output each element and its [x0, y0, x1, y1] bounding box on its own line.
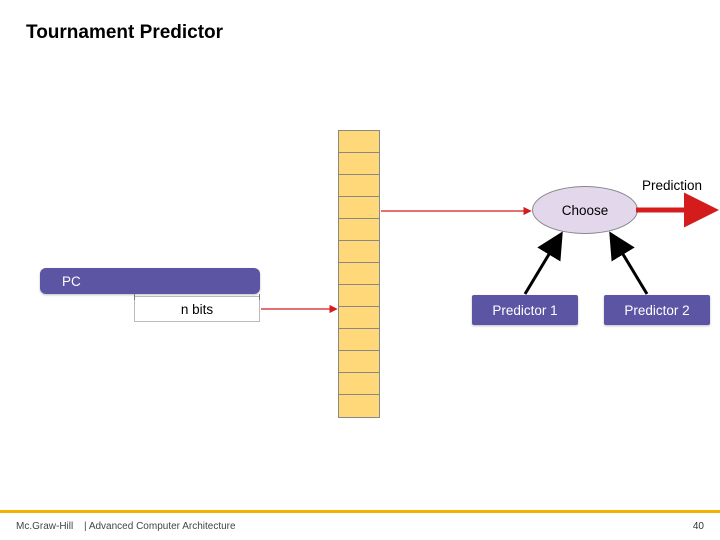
table-row: [339, 285, 379, 307]
diagram-canvas: Choose Prediction PC n bits Predictor 1 …: [0, 0, 720, 540]
choose-label: Choose: [562, 203, 609, 218]
table-row: [339, 329, 379, 351]
pc-label: PC: [62, 274, 81, 289]
nbits-box: n bits: [134, 296, 260, 322]
table-row: [339, 307, 379, 329]
table-row: [339, 395, 379, 417]
table-row: [339, 373, 379, 395]
pc-box: PC: [40, 268, 260, 294]
table-row: [339, 153, 379, 175]
choose-oval: Choose: [532, 186, 638, 234]
predictor-1-box: Predictor 1: [472, 295, 578, 325]
nbits-label: n bits: [181, 302, 213, 317]
footer: Mc.Graw-Hill | Advanced Computer Archite…: [0, 510, 720, 540]
predictor-2-box: Predictor 2: [604, 295, 710, 325]
table-row: [339, 241, 379, 263]
table-row: [339, 131, 379, 153]
arrow-p1-to-choose: [525, 236, 560, 294]
footer-page: 40: [693, 521, 704, 532]
arrow-p2-to-choose: [612, 236, 647, 294]
nbits-tick-right: [259, 294, 260, 300]
table-row: [339, 351, 379, 373]
predictor-table: [338, 130, 380, 418]
predictor-1-label: Predictor 1: [492, 303, 557, 318]
table-row: [339, 263, 379, 285]
table-row: [339, 197, 379, 219]
predictor-2-label: Predictor 2: [624, 303, 689, 318]
table-row: [339, 219, 379, 241]
nbits-tick-left: [134, 294, 135, 300]
footer-brand: Mc.Graw-Hill: [16, 521, 73, 532]
footer-course: | Advanced Computer Architecture: [84, 521, 236, 532]
table-row: [339, 175, 379, 197]
prediction-label: Prediction: [642, 178, 702, 193]
